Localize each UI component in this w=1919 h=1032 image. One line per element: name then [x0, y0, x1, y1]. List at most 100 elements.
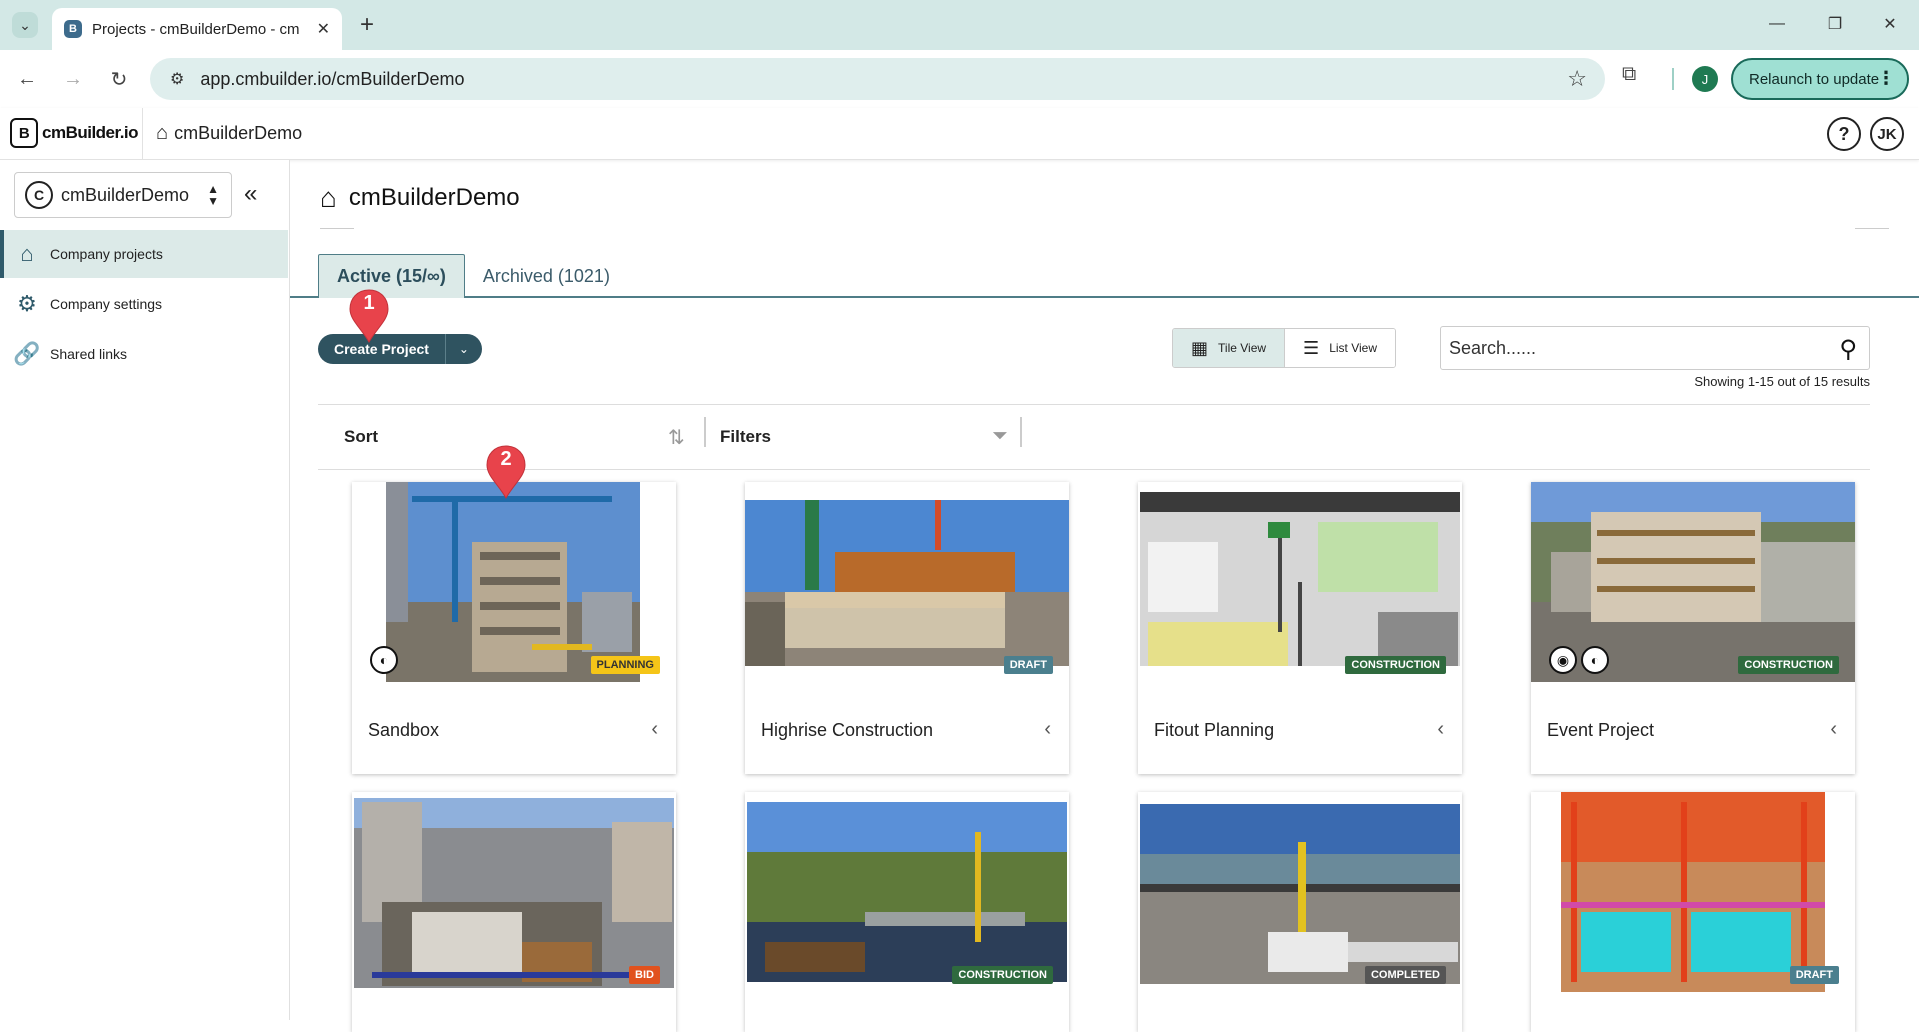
- project-card-fitout-planning[interactable]: CONSTRUCTION Fitout Planning ‹: [1138, 482, 1462, 774]
- project-card[interactable]: BID: [352, 792, 676, 1032]
- app-header: B cmBuilder.io ⌂ cmBuilderDemo ? JK: [0, 108, 1919, 160]
- project-thumbnail: DRAFT: [745, 482, 1069, 682]
- app-logo[interactable]: B cmBuilder.io: [10, 118, 139, 148]
- relaunch-label: Relaunch to update: [1749, 70, 1880, 88]
- project-card-highrise-construction[interactable]: DRAFT Highrise Construction ‹: [745, 482, 1069, 774]
- filter-icon[interactable]: ⏷: [992, 425, 1008, 448]
- search-placeholder: Search......: [1449, 337, 1537, 358]
- status-badge: BID: [629, 966, 660, 984]
- org-avatar: C: [25, 181, 53, 209]
- tab-active[interactable]: Active (15/∞): [318, 254, 465, 298]
- back-icon[interactable]: ←: [12, 64, 42, 94]
- status-badge: CONSTRUCTION: [1345, 656, 1446, 674]
- collapse-sidebar-icon[interactable]: «: [244, 180, 257, 208]
- home-icon: ⌂: [20, 241, 34, 266]
- address-bar[interactable]: ⚙ app.cmbuilder.io/cmBuilderDemo ☆: [150, 58, 1605, 100]
- project-card[interactable]: CONSTRUCTION: [745, 792, 1069, 1032]
- more-menu-icon: ⋮: [1877, 68, 1895, 88]
- chevron-left-icon[interactable]: ‹: [651, 718, 658, 741]
- sort-icon[interactable]: ⇅: [668, 425, 685, 450]
- integration-logo-icon: ◐: [1581, 646, 1609, 674]
- filters-label[interactable]: Filters: [720, 427, 771, 447]
- integration-logos: ◐: [370, 646, 398, 674]
- sidebar-item-company-projects[interactable]: ⌂ Company projects: [0, 230, 288, 278]
- chevron-left-icon[interactable]: ‹: [1437, 718, 1444, 741]
- sidebar-item-label: Company settings: [50, 296, 163, 312]
- sort-arrows-icon: ▲ ▼: [207, 182, 219, 208]
- logo-text: cmBuilder.io: [42, 123, 139, 142]
- toolbar-divider: [1672, 68, 1674, 90]
- help-icon[interactable]: ?: [1827, 117, 1861, 151]
- project-thumbnail: DRAFT: [1531, 792, 1855, 992]
- list-icon: ☰: [1303, 337, 1320, 358]
- integration-logos: ◉ ◐: [1549, 646, 1609, 674]
- logo-mark-icon: B: [10, 118, 38, 148]
- project-thumbnail: ◐ PLANNING: [352, 482, 676, 682]
- project-name: Event Project: [1547, 720, 1655, 740]
- new-tab-icon[interactable]: +: [352, 10, 382, 40]
- status-badge: DRAFT: [1003, 656, 1053, 674]
- callout-number: 1: [363, 292, 375, 314]
- chevron-down-icon[interactable]: ⌄: [446, 334, 482, 364]
- project-card-event-project[interactable]: ◉ ◐ CONSTRUCTION Event Project ‹: [1531, 482, 1855, 774]
- header-divider: [142, 108, 143, 160]
- list-view-label: List View: [1329, 341, 1377, 355]
- tab-close-icon[interactable]: ✕: [317, 19, 330, 39]
- divider: [320, 228, 354, 229]
- integration-logo-icon: ◉: [1549, 646, 1577, 674]
- minimize-icon[interactable]: —: [1757, 8, 1797, 40]
- chevron-left-icon[interactable]: ‹: [1044, 718, 1051, 741]
- profile-avatar[interactable]: J: [1692, 66, 1718, 92]
- project-thumbnail: ◉ ◐ CONSTRUCTION: [1531, 482, 1855, 682]
- list-view-button[interactable]: ☰ List View: [1285, 329, 1395, 367]
- project-name: Highrise Construction: [761, 720, 934, 740]
- sidebar-item-label: Shared links: [50, 346, 128, 362]
- sidebar-item-shared-links[interactable]: 🔗 Shared links: [0, 330, 288, 378]
- tile-view-button[interactable]: ▦ Tile View: [1173, 329, 1286, 367]
- bookmark-star-icon[interactable]: ☆: [1567, 66, 1587, 92]
- search-icon[interactable]: ⚲: [1839, 335, 1857, 364]
- main-content: ⌂ cmBuilderDemo Active (15/∞) Archived (…: [290, 160, 1919, 1032]
- forward-icon[interactable]: →: [58, 64, 88, 94]
- sort-label[interactable]: Sort: [344, 427, 378, 447]
- project-thumbnail: CONSTRUCTION: [1138, 482, 1462, 682]
- callout-marker: 2: [485, 444, 527, 500]
- sidebar-item-label: Company projects: [50, 246, 163, 262]
- sidebar-item-company-settings[interactable]: ⚙ Company settings: [0, 280, 288, 328]
- chevron-left-icon[interactable]: ‹: [1830, 718, 1837, 741]
- breadcrumb[interactable]: ⌂ cmBuilderDemo: [156, 122, 302, 145]
- site-info-icon[interactable]: ⚙: [170, 69, 184, 89]
- divider: [1020, 417, 1022, 447]
- user-avatar[interactable]: JK: [1870, 117, 1904, 151]
- tile-view-label: Tile View: [1218, 341, 1267, 355]
- integration-logo-icon: ◐: [370, 646, 398, 674]
- browser-tab-bar: ⌄ B Projects - cmBuilderDemo - cm ✕ + — …: [0, 0, 1919, 50]
- reload-icon[interactable]: ↻: [104, 64, 134, 94]
- tab-archived[interactable]: Archived (1021): [465, 254, 628, 298]
- project-thumbnail: COMPLETED: [1138, 792, 1462, 992]
- project-thumbnail: BID: [352, 792, 676, 992]
- browser-tab[interactable]: B Projects - cmBuilderDemo - cm ✕: [52, 8, 342, 50]
- restore-icon[interactable]: ❐: [1815, 8, 1855, 40]
- callout-number: 2: [500, 448, 512, 470]
- organization-selector[interactable]: C cmBuilderDemo ▲ ▼: [14, 172, 232, 218]
- settings-icon: ⚙: [17, 291, 37, 316]
- extensions-icon[interactable]: ⧉: [1622, 63, 1636, 86]
- url-text: app.cmbuilder.io/cmBuilderDemo: [200, 68, 465, 89]
- view-toggle: ▦ Tile View ☰ List View: [1172, 328, 1396, 368]
- results-count: Showing 1-15 out of 15 results: [1694, 374, 1870, 389]
- project-card-sandbox[interactable]: ◐ PLANNING Sandbox ‹: [352, 482, 676, 774]
- home-icon: ⌂: [156, 122, 169, 144]
- window-close-icon[interactable]: ✕: [1870, 8, 1910, 40]
- search-input[interactable]: Search...... ⚲: [1440, 326, 1870, 370]
- breadcrumb-label: cmBuilderDemo: [174, 123, 303, 143]
- project-card[interactable]: DRAFT: [1531, 792, 1855, 1032]
- callout-marker: 1: [348, 288, 390, 344]
- relaunch-button[interactable]: Relaunch to update ⋮: [1731, 58, 1909, 100]
- sort-filter-bar: Sort ⇅ Filters ⏷: [318, 404, 1870, 470]
- create-project-button[interactable]: Create Project ⌄: [318, 334, 482, 364]
- divider: [704, 417, 706, 447]
- tab-search-dropdown-icon[interactable]: ⌄: [12, 12, 38, 38]
- status-badge: PLANNING: [590, 656, 660, 674]
- project-card[interactable]: COMPLETED: [1138, 792, 1462, 1032]
